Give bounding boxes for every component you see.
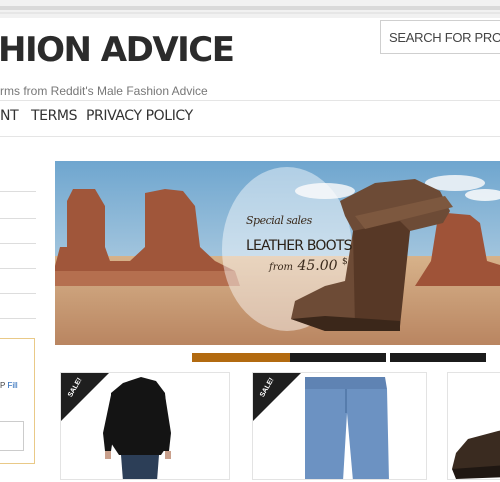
product-card[interactable]: SALE!	[252, 372, 427, 480]
brown-shoe-icon	[452, 430, 500, 479]
sidebar-widget-link[interactable]: Fill	[7, 381, 17, 390]
black-peacoat-icon	[103, 377, 171, 479]
slider-indicator-3[interactable]	[390, 353, 486, 362]
product-card[interactable]: SALE!	[60, 372, 230, 480]
nav-item-privacy-policy[interactable]: PRIVACY POLICY	[86, 108, 193, 124]
site-title[interactable]: HION ADVICE	[0, 30, 235, 70]
nav-item-partial[interactable]: NT	[0, 108, 19, 124]
nav-divider-top	[0, 100, 500, 101]
sidebar-divider	[0, 318, 36, 319]
sidebar-widget-prefix: P	[0, 381, 6, 390]
sidebar-divider	[0, 293, 36, 294]
sidebar-divider	[0, 268, 36, 269]
slider-indicator-1[interactable]	[192, 353, 290, 362]
banner-special-text: Special sales	[246, 214, 312, 227]
sidebar-divider	[0, 243, 36, 244]
search-input[interactable]	[381, 21, 500, 53]
search-box[interactable]	[380, 20, 500, 54]
sidebar-widget-text: P Fill	[0, 381, 18, 390]
nav-item-terms[interactable]: TERMS	[31, 108, 77, 124]
slider-indicator-2[interactable]	[290, 353, 386, 362]
banner-title: LEATHER BOOTS	[246, 238, 352, 254]
banner-price: from 45.00 $	[269, 257, 348, 275]
blue-jeans-icon	[303, 375, 389, 479]
banner-price-prefix: from	[269, 262, 293, 273]
sidebar-widget: P Fill	[0, 338, 35, 464]
sidebar-divider	[0, 218, 36, 219]
top-stripe-2	[0, 12, 500, 14]
banner-price-value: 45.00	[297, 258, 338, 274]
sidebar-divider	[0, 191, 36, 192]
top-stripe	[0, 6, 500, 10]
site-tagline: rms from Reddit's Male Fashion Advice	[0, 84, 208, 98]
product-card[interactable]	[447, 372, 500, 480]
banner-price-currency: $	[341, 257, 348, 267]
hero-banner[interactable]: Special sales LEATHER BOOTS from 45.00 $	[55, 161, 500, 345]
nav-divider-bottom	[0, 136, 500, 137]
sidebar-widget-input[interactable]	[0, 421, 24, 451]
